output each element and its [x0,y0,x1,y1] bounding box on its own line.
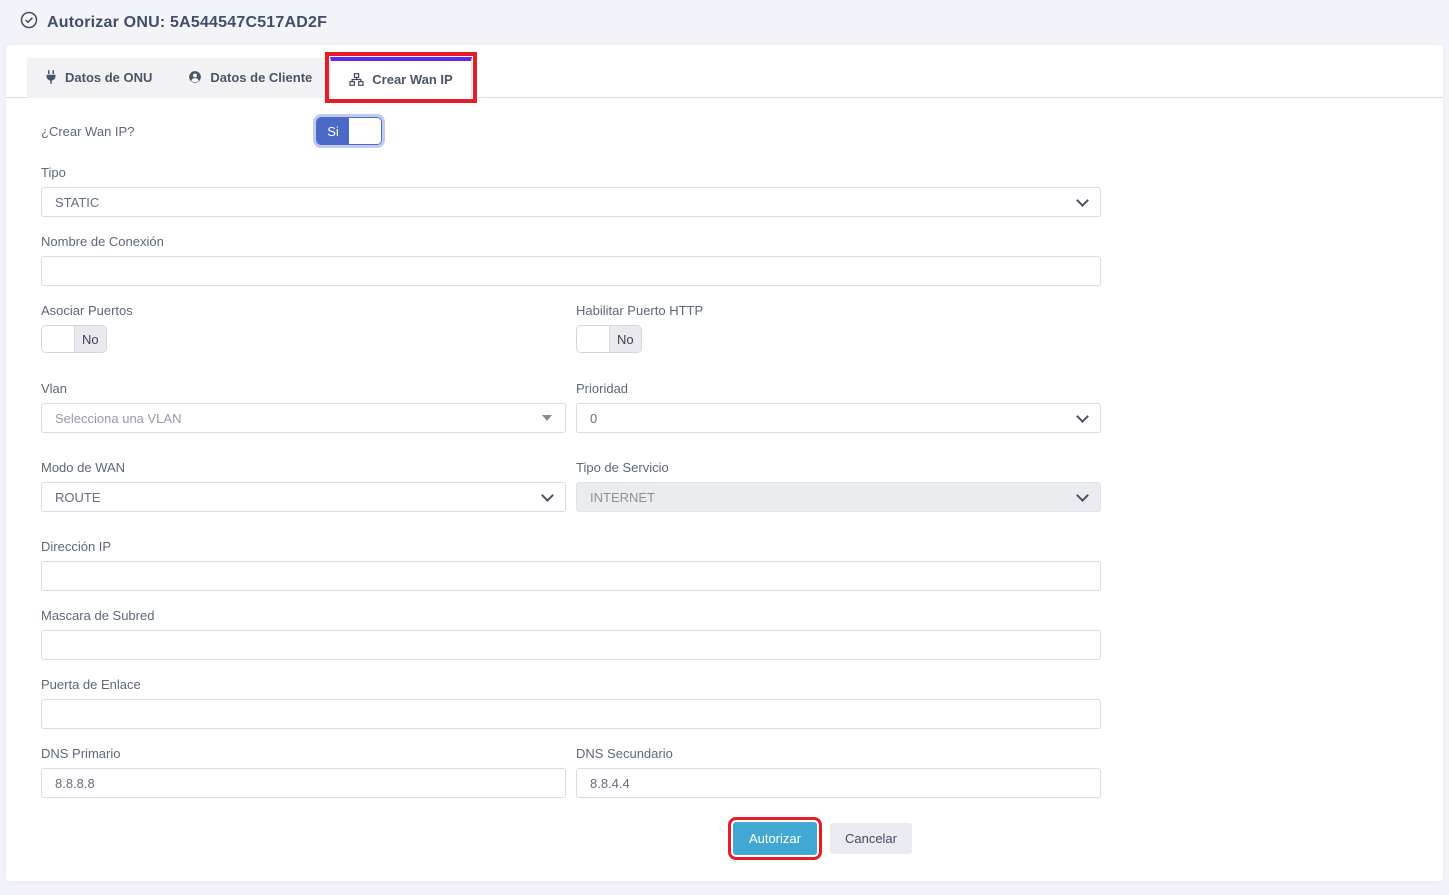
asociar-puertos-toggle[interactable]: No [41,325,107,353]
page-header: Autorizar ONU: 5A544547C517AD2F [0,0,1449,45]
vlan-group: Vlan Selecciona una VLAN [41,381,566,433]
asociar-puertos-group: Asociar Puertos No [41,303,566,353]
mascara-subred-group: Mascara de Subred [41,608,1101,660]
tab-label: Crear Wan IP [372,72,452,87]
form-actions: Autorizar Cancelar [6,822,1101,855]
plug-icon [45,70,57,84]
asociar-puertos-label: Asociar Puertos [41,303,566,318]
tipo-servicio-select: INTERNET [576,482,1101,512]
mascara-subred-input[interactable] [41,630,1101,660]
dns-primario-group: DNS Primario [41,746,566,798]
toggle-on-label: Si [317,118,349,144]
modo-wan-select[interactable]: ROUTE [41,482,566,512]
wan-ip-form: ¿Crear Wan IP? Si Tipo STATIC Nombre de … [6,98,1101,798]
dns-primario-label: DNS Primario [41,746,566,761]
authorize-onu-card: Datos de ONU Datos de Cliente Crear Wan … [6,45,1443,881]
check-circle-icon [20,11,38,34]
cancelar-button[interactable]: Cancelar [830,823,912,854]
tab-datos-de-cliente[interactable]: Datos de Cliente [170,57,330,97]
toggle-off-half [577,326,610,352]
prioridad-group: Prioridad 0 [576,381,1101,433]
nombre-conexion-input[interactable] [41,256,1101,286]
dns-secundario-label: DNS Secundario [576,746,1101,761]
tab-crear-wan-ip[interactable]: Crear Wan IP [330,57,471,98]
tipo-select-wrap: STATIC [41,187,1101,217]
modo-wan-select-wrap: ROUTE [41,482,566,512]
tab-bar: Datos de ONU Datos de Cliente Crear Wan … [6,45,1443,98]
habilitar-http-label: Habilitar Puerto HTTP [576,303,1101,318]
wan-servicio-row: Modo de WAN ROUTE Tipo de Servicio INTER… [41,460,1101,512]
crear-wan-ip-toggle[interactable]: Si [316,117,382,145]
tipo-servicio-group: Tipo de Servicio INTERNET [576,460,1101,512]
tipo-select[interactable]: STATIC [41,187,1101,217]
toggle-off-half [42,326,75,352]
dns-row: DNS Primario DNS Secundario [41,746,1101,798]
prioridad-select[interactable]: 0 [576,403,1101,433]
puerta-enlace-input[interactable] [41,699,1101,729]
tab-label: Datos de Cliente [210,70,312,85]
vlan-placeholder: Selecciona una VLAN [55,411,181,426]
dns-secundario-group: DNS Secundario [576,746,1101,798]
habilitar-http-toggle[interactable]: No [576,325,642,353]
page-title: Autorizar ONU: 5A544547C517AD2F [47,14,327,32]
tipo-servicio-label: Tipo de Servicio [576,460,1101,475]
crear-wan-ip-row: ¿Crear Wan IP? Si [41,117,1101,145]
puerta-enlace-group: Puerta de Enlace [41,677,1101,729]
tipo-servicio-select-wrap: INTERNET [576,482,1101,512]
toggle-off-label: No [75,326,107,352]
modo-wan-label: Modo de WAN [41,460,566,475]
puerta-enlace-label: Puerta de Enlace [41,677,1101,692]
crear-wan-ip-label: ¿Crear Wan IP? [41,124,316,139]
nombre-conexion-label: Nombre de Conexión [41,234,1101,249]
tipo-group: Tipo STATIC [41,165,1101,217]
tipo-label: Tipo [41,165,1101,180]
direccion-ip-input[interactable] [41,561,1101,591]
nombre-conexion-group: Nombre de Conexión [41,234,1101,286]
prioridad-select-wrap: 0 [576,403,1101,433]
prioridad-label: Prioridad [576,381,1101,396]
dns-secundario-input[interactable] [576,768,1101,798]
user-circle-icon [188,70,202,84]
direccion-ip-label: Dirección IP [41,539,1101,554]
mascara-subred-label: Mascara de Subred [41,608,1101,623]
modo-wan-group: Modo de WAN ROUTE [41,460,566,512]
sitemap-icon [349,73,364,86]
dns-primario-input[interactable] [41,768,566,798]
tab-datos-de-onu[interactable]: Datos de ONU [27,57,170,97]
direccion-ip-group: Dirección IP [41,539,1101,591]
vlan-prioridad-row: Vlan Selecciona una VLAN Prioridad 0 [41,381,1101,433]
tab-label: Datos de ONU [65,70,152,85]
vlan-select[interactable]: Selecciona una VLAN [41,403,566,433]
toggle-off-label: No [610,326,642,352]
toggle-off-half [349,118,381,144]
chevron-down-icon [542,415,552,421]
toggles-row: Asociar Puertos No Habilitar Puerto HTTP… [41,303,1101,353]
autorizar-button[interactable]: Autorizar [733,822,817,855]
vlan-label: Vlan [41,381,566,396]
habilitar-http-group: Habilitar Puerto HTTP No [576,303,1101,353]
